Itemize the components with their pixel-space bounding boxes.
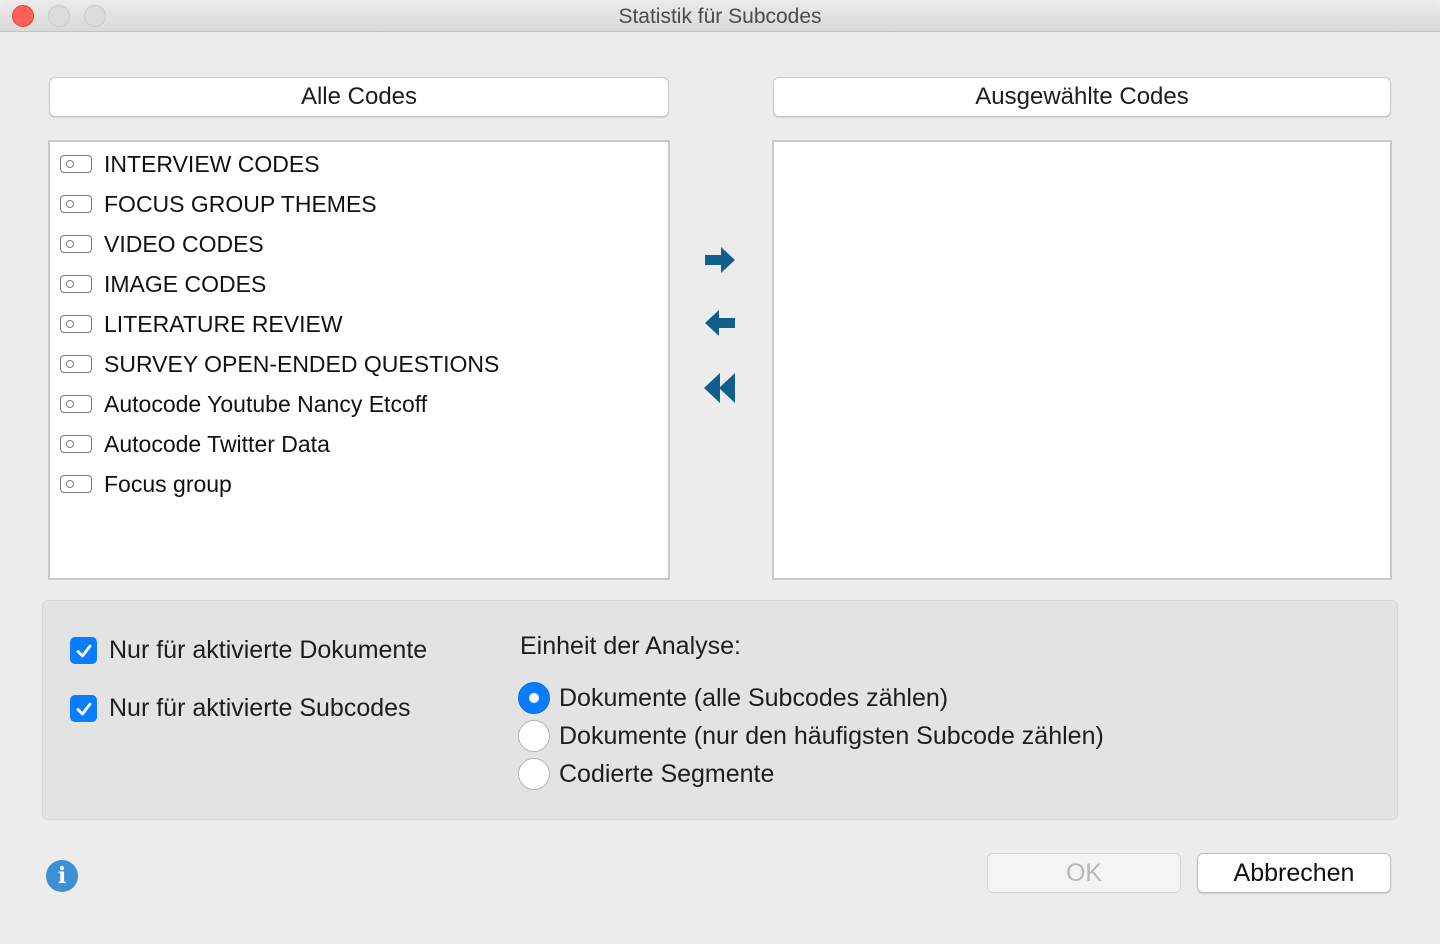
code-label: FOCUS GROUP THEMES — [104, 190, 377, 217]
list-item[interactable]: Autocode Twitter Data — [60, 424, 330, 464]
only-activated-subcodes-label: Nur für aktivierte Subcodes — [109, 694, 411, 722]
list-item[interactable]: FOCUS GROUP THEMES — [60, 184, 377, 224]
analysis-unit-option-documents-all[interactable]: Dokumente (alle Subcodes zählen) — [518, 682, 948, 714]
list-item[interactable]: SURVEY OPEN-ENDED QUESTIONS — [60, 344, 499, 384]
options-panel: Nur für aktivierte Dokumente Nur für akt… — [42, 600, 1398, 820]
code-tag-icon — [60, 155, 92, 173]
code-label: INTERVIEW CODES — [104, 150, 320, 177]
list-item[interactable]: LITERATURE REVIEW — [60, 304, 343, 344]
list-item[interactable]: VIDEO CODES — [60, 224, 264, 264]
checkmark-icon — [76, 702, 91, 715]
all-codes-header[interactable]: Alle Codes — [49, 77, 669, 117]
only-activated-documents-checkbox[interactable] — [70, 637, 97, 664]
remove-code-button[interactable] — [702, 305, 738, 341]
selected-codes-header[interactable]: Ausgewählte Codes — [773, 77, 1391, 117]
code-label: IMAGE CODES — [104, 270, 267, 297]
code-label: VIDEO CODES — [104, 230, 264, 257]
radio-button[interactable] — [518, 758, 550, 790]
analysis-unit-label: Einheit der Analyse: — [520, 632, 741, 660]
info-icon[interactable]: i — [46, 860, 78, 892]
code-tag-icon — [60, 475, 92, 493]
analysis-unit-label-1: Dokumente (alle Subcodes zählen) — [559, 683, 949, 712]
all-codes-list[interactable]: INTERVIEW CODES FOCUS GROUP THEMES VIDEO… — [48, 140, 670, 580]
code-tag-icon — [60, 275, 92, 293]
list-item[interactable]: IMAGE CODES — [60, 264, 266, 304]
remove-all-codes-button[interactable] — [702, 370, 738, 406]
cancel-button[interactable]: Abbrechen — [1197, 853, 1391, 893]
code-label: Autocode Youtube Nancy Etcoff — [104, 390, 428, 417]
analysis-unit-label-3: Codierte Segmente — [559, 759, 775, 788]
code-tag-icon — [60, 435, 92, 453]
code-tag-icon — [60, 195, 92, 213]
radio-button[interactable] — [518, 720, 550, 752]
code-tag-icon — [60, 355, 92, 373]
window-title: Statistik für Subcodes — [618, 5, 822, 28]
code-label: LITERATURE REVIEW — [104, 310, 343, 337]
ok-button[interactable]: OK — [987, 853, 1181, 893]
only-activated-documents-option[interactable]: Nur für aktivierte Dokumente — [70, 636, 427, 665]
code-tag-icon — [60, 395, 92, 413]
only-activated-subcodes-option[interactable]: Nur für aktivierte Subcodes — [70, 694, 411, 723]
dialog-window: Statistik für Subcodes Alle Codes Ausgew… — [0, 0, 1440, 944]
title-bar: Statistik für Subcodes — [0, 0, 1440, 32]
add-code-button[interactable] — [702, 242, 738, 278]
analysis-unit-label-2: Dokumente (nur den häufigsten Subcode zä… — [559, 721, 1104, 750]
radio-button-selected[interactable] — [518, 682, 550, 714]
double-arrow-left-icon — [704, 373, 735, 403]
code-tag-icon — [60, 235, 92, 253]
selected-codes-list[interactable] — [772, 140, 1392, 580]
only-activated-subcodes-checkbox[interactable] — [70, 695, 97, 722]
checkmark-icon — [76, 644, 91, 657]
analysis-unit-option-coded-segments[interactable]: Codierte Segmente — [518, 758, 774, 790]
only-activated-documents-label: Nur für aktivierte Dokumente — [109, 636, 428, 664]
code-label: SURVEY OPEN-ENDED QUESTIONS — [104, 350, 500, 377]
code-tag-icon — [60, 315, 92, 333]
code-label: Autocode Twitter Data — [104, 430, 330, 457]
list-item[interactable]: Focus group — [60, 464, 232, 504]
arrow-right-icon — [705, 247, 735, 273]
code-label: Focus group — [104, 470, 232, 497]
list-item[interactable]: INTERVIEW CODES — [60, 144, 320, 184]
analysis-unit-option-documents-most-frequent[interactable]: Dokumente (nur den häufigsten Subcode zä… — [518, 720, 1104, 752]
arrow-left-icon — [705, 310, 735, 336]
list-item[interactable]: Autocode Youtube Nancy Etcoff — [60, 384, 427, 424]
